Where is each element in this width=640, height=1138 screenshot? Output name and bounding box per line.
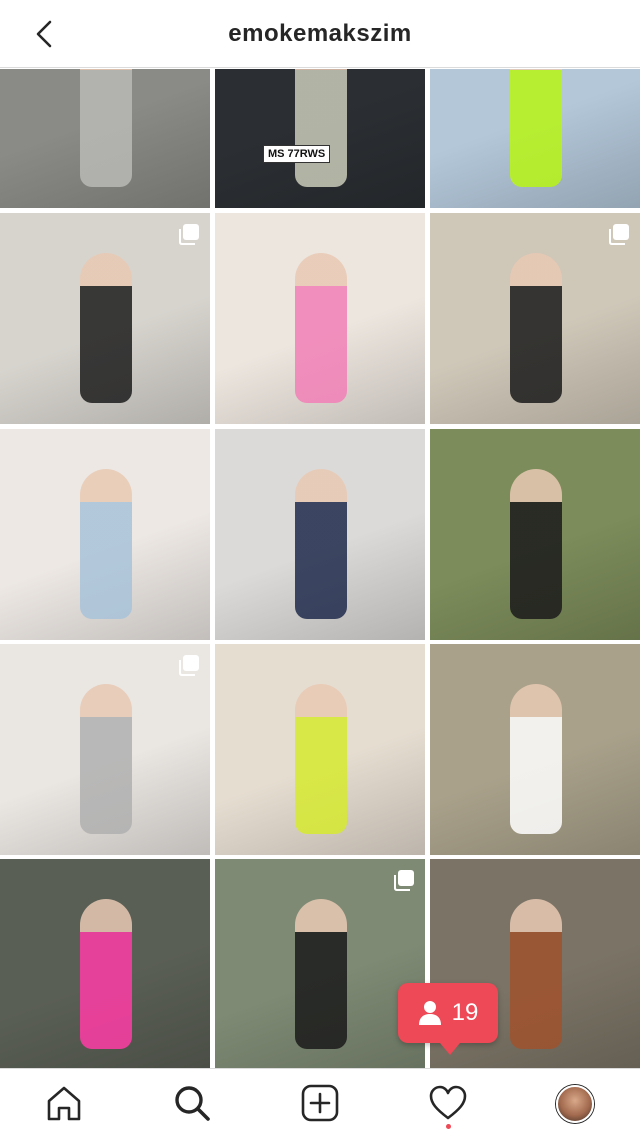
photo-content [295,69,347,187]
post-thumbnail[interactable] [430,429,640,640]
post-thumbnail[interactable] [0,429,210,640]
bottom-tab-bar [0,1068,640,1138]
posts-grid: MS 77RWS [0,69,640,1068]
post-thumbnail[interactable] [430,213,640,424]
photo-content [80,69,132,187]
profile-avatar[interactable] [556,1085,594,1123]
carousel-icon [394,870,414,891]
search-icon [175,1086,210,1121]
post-thumbnail[interactable] [0,69,210,208]
tab-home[interactable] [42,1081,86,1125]
photo-content [80,253,132,403]
post-thumbnail[interactable] [430,644,640,855]
tab-new-post[interactable] [298,1081,342,1125]
add-post-icon [301,1084,339,1122]
carousel-icon [179,655,199,676]
photo-content [295,469,347,619]
photo-content [80,899,132,1049]
photo-content [80,684,132,834]
post-thumbnail[interactable] [0,859,210,1068]
post-thumbnail[interactable]: MS 77RWS [215,69,425,208]
new-followers-notification[interactable]: 19 [398,983,498,1055]
photo-content [510,253,562,403]
photo-content [510,684,562,834]
photo-content [295,899,347,1049]
profile-username[interactable]: emokemakszim [0,20,640,48]
top-bar: emokemakszim [0,0,640,68]
post-thumbnail[interactable] [215,644,425,855]
new-followers-count: 19 [451,999,479,1026]
person-icon [418,1001,441,1025]
tab-activity[interactable] [426,1081,470,1125]
license-plate: MS 77RWS [263,145,331,163]
activity-notification-dot [446,1124,451,1129]
photo-content [80,469,132,619]
post-thumbnail[interactable] [215,859,425,1068]
photo-content [510,69,562,187]
carousel-icon [609,224,629,245]
photo-content [510,899,562,1049]
photo-content [295,684,347,834]
carousel-icon [179,224,199,245]
tab-search[interactable] [170,1081,214,1125]
post-thumbnail[interactable] [0,213,210,424]
home-icon [47,1086,81,1121]
post-thumbnail[interactable] [215,213,425,424]
activity-heart-icon [429,1085,467,1120]
post-thumbnail[interactable] [430,69,640,208]
photo-content [295,253,347,403]
post-thumbnail[interactable] [0,644,210,855]
photo-content [510,469,562,619]
post-thumbnail[interactable] [215,429,425,640]
